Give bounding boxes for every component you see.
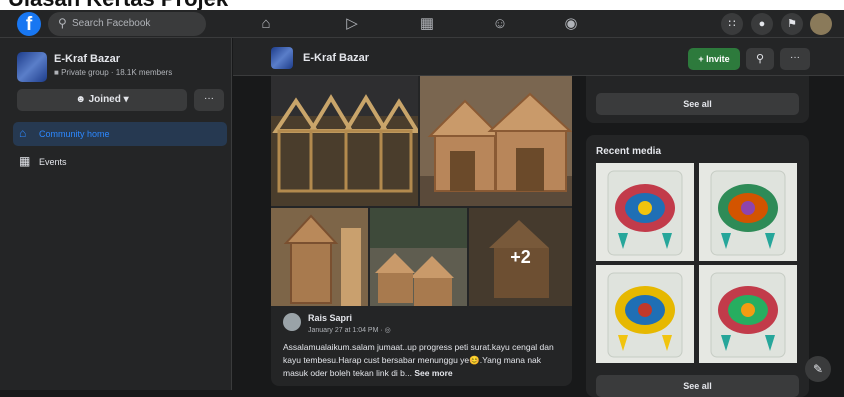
post-card: +2 Rais Sapri January 27 at 1:04 PM · ◎ …	[271, 76, 572, 386]
media-thumbnail[interactable]	[596, 163, 694, 261]
chevron-down-icon: ▾	[120, 94, 129, 105]
search-icon: ⚲	[58, 16, 67, 30]
post-timestamp[interactable]: January 27 at 1:04 PM · ◎	[308, 326, 391, 334]
group-title[interactable]: E-Kraf Bazar	[303, 52, 369, 64]
post-photo[interactable]	[370, 208, 467, 306]
sidebar-item-community-home[interactable]: ⌂ Community home	[13, 122, 227, 146]
group-thumbnail[interactable]	[17, 52, 47, 82]
group-more-button[interactable]: ···	[194, 89, 224, 111]
marketplace-icon[interactable]: ▦	[397, 12, 457, 36]
lock-icon: ■	[54, 68, 62, 77]
see-all-media-button[interactable]: See all	[596, 375, 799, 397]
globe-icon: ◎	[384, 327, 391, 334]
recent-media-title: Recent media	[596, 146, 662, 157]
notifications-icon[interactable]: ⚑	[781, 13, 803, 35]
profile-avatar[interactable]	[810, 13, 832, 35]
group-name[interactable]: E-Kraf Bazar	[54, 53, 120, 65]
compose-icon: ✎	[812, 362, 824, 376]
group-meta-text: Private group · 18.1K members	[61, 68, 173, 77]
media-thumbnail[interactable]	[596, 265, 694, 363]
facebook-logo[interactable]: f	[17, 12, 41, 36]
more-photos-count: +2	[469, 208, 572, 306]
messenger-icon[interactable]: ●	[751, 13, 773, 35]
calendar-icon: ▦	[19, 154, 31, 168]
header-more-button[interactable]: ···	[780, 48, 810, 70]
invite-button[interactable]: + Invite	[688, 48, 740, 70]
recent-media-card: Recent media See all	[586, 135, 809, 397]
main-content: E-Kraf Bazar + Invite ⚲ ··· +2 Rais Sapr…	[233, 38, 844, 397]
search-input[interactable]: ⚲ Search Facebook	[48, 12, 206, 36]
author-avatar[interactable]	[283, 313, 301, 331]
group-meta: ■ Private group · 18.1K members	[54, 68, 172, 77]
search-icon: ⚲	[755, 53, 765, 65]
search-placeholder: Search Facebook	[72, 18, 151, 29]
home-icon: ⌂	[19, 126, 27, 140]
caption-text: Ulasan Kertas Projek	[8, 0, 228, 10]
about-card: See all	[586, 76, 809, 123]
group-thumbnail[interactable]	[271, 47, 293, 69]
joined-label: Joined	[88, 94, 121, 105]
group-search-button[interactable]: ⚲	[746, 48, 774, 70]
post-photo[interactable]	[271, 76, 418, 206]
new-message-button[interactable]: ✎	[805, 356, 831, 382]
author-name[interactable]: Rais Sapri	[308, 313, 352, 323]
group-header-bar: E-Kraf Bazar + Invite ⚲ ···	[233, 38, 844, 76]
post-time-text[interactable]: January 27 at 1:04 PM ·	[308, 327, 385, 334]
post-photo[interactable]	[420, 76, 572, 206]
home-icon[interactable]: ⌂	[236, 12, 296, 36]
sidebar-item-label: Events	[39, 157, 67, 167]
gaming-icon[interactable]: ◉	[541, 12, 601, 36]
left-sidebar: E-Kraf Bazar ■ Private group · 18.1K mem…	[0, 38, 232, 390]
watch-icon[interactable]: ▷	[322, 12, 382, 36]
groups-icon[interactable]: ☺	[470, 12, 530, 36]
media-thumbnail[interactable]	[699, 163, 797, 261]
see-all-button[interactable]: See all	[596, 93, 799, 115]
see-more-link[interactable]: See more	[414, 368, 452, 378]
joined-button[interactable]: ☻ Joined ▾	[17, 89, 187, 111]
post-photo[interactable]	[271, 208, 368, 306]
post-text: Assalamualaikum.salam jumaat..up progres…	[283, 341, 565, 380]
post-photo-more[interactable]: +2	[469, 208, 572, 306]
caption-strip: Ulasan Kertas Projek	[0, 0, 844, 10]
media-thumbnail[interactable]	[699, 265, 797, 363]
menu-grid-icon[interactable]: ∷	[721, 13, 743, 35]
top-navigation-bar: f ⚲ Search Facebook ⌂ ▷ ▦ ☺ ◉ ∷ ● ⚑	[0, 10, 844, 38]
sidebar-item-label: Community home	[39, 129, 110, 139]
sidebar-item-events[interactable]: ▦ Events	[13, 150, 227, 174]
people-icon: ☻	[75, 94, 89, 105]
